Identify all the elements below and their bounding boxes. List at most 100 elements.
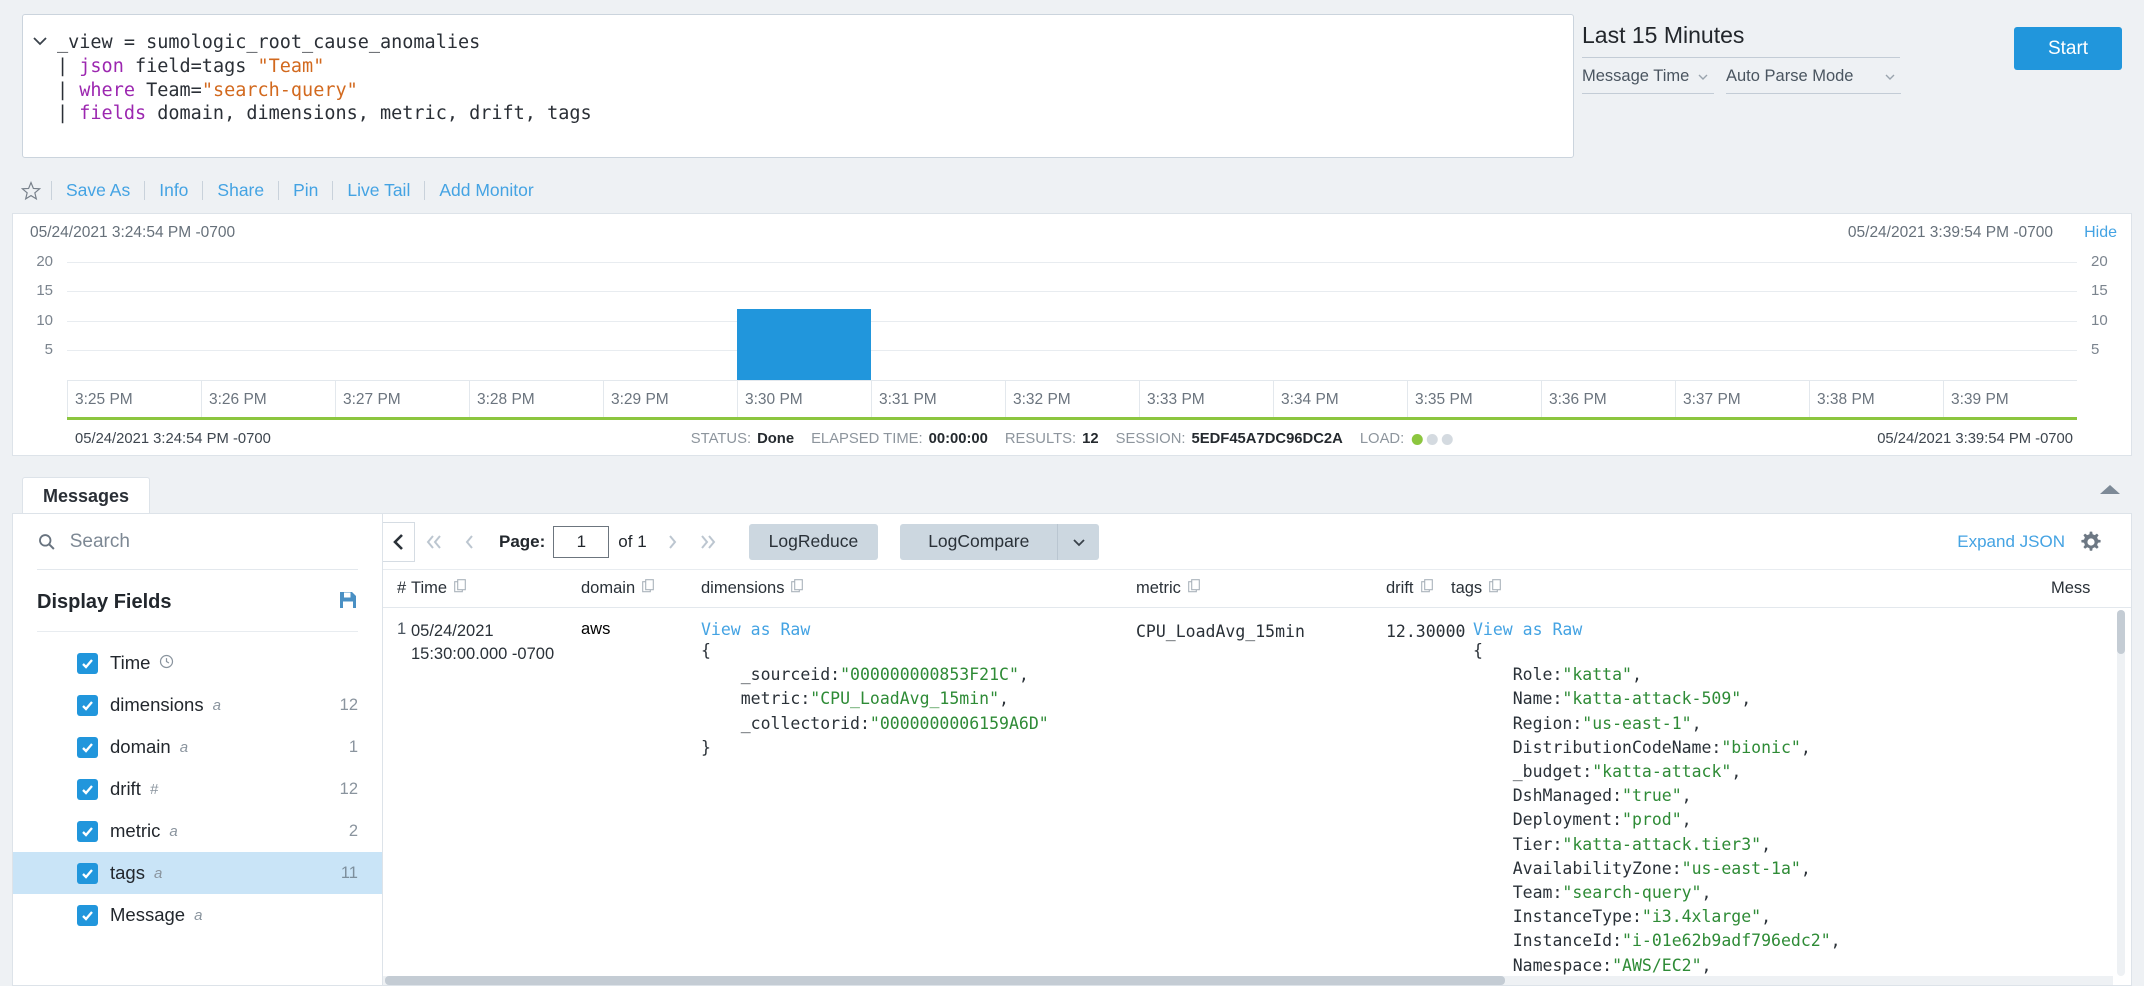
y-axis-tick: 15 <box>2091 282 2108 300</box>
action-info[interactable]: Info <box>146 180 201 201</box>
view-as-raw-link[interactable]: View as Raw <box>1473 620 2043 639</box>
query-collapse-chevron[interactable] <box>23 15 57 51</box>
json-content: { _sourceid:"000000000853F21C", metric:"… <box>701 639 1128 760</box>
field-count: 11 <box>340 863 358 882</box>
display-field-item[interactable]: Message a <box>13 894 382 936</box>
gridline <box>67 261 2077 263</box>
search-input[interactable] <box>69 530 358 553</box>
page-input[interactable] <box>553 525 610 558</box>
view-as-raw-link[interactable]: View as Raw <box>701 620 1128 639</box>
display-field-item[interactable]: domain a 1 <box>13 726 382 768</box>
action-pin[interactable]: Pin <box>280 180 331 201</box>
column-header-label: drift <box>1386 579 1414 597</box>
column-header[interactable]: # <box>383 579 411 598</box>
scroll-thumb[interactable] <box>2117 610 2125 654</box>
display-field-item[interactable]: tags a 11 <box>13 852 382 894</box>
column-header[interactable]: drift <box>1386 578 1451 599</box>
table-row[interactable]: 1 05/24/2021 15:30:00.000 -0700 aws View as … <box>383 608 2131 985</box>
column-header[interactable]: Time <box>411 578 581 599</box>
json-line: Team:"search-query", <box>1512 883 1712 903</box>
field-checkbox[interactable] <box>77 736 98 758</box>
field-type: a <box>169 822 178 840</box>
x-axis-tick-label: 3:37 PM <box>1683 391 1741 408</box>
x-axis-tick: 3:32 PM <box>1005 381 1139 419</box>
back-button[interactable] <box>383 521 415 562</box>
action-share[interactable]: Share <box>204 180 277 201</box>
histogram-bar[interactable] <box>736 309 871 380</box>
action-add-monitor[interactable]: Add Monitor <box>426 180 546 201</box>
copy-column-icon[interactable] <box>1188 578 1201 599</box>
field-checkbox[interactable] <box>77 820 98 842</box>
collapse-results-caret[interactable] <box>2098 482 2122 501</box>
x-axis-tick-label: 3:29 PM <box>611 391 669 408</box>
copy-icon <box>1420 578 1433 592</box>
parse-mode-select[interactable]: Auto Parse Mode <box>1726 67 1901 94</box>
field-checkbox[interactable] <box>77 862 98 884</box>
column-header[interactable]: metric <box>1136 578 1386 599</box>
gear-icon <box>2081 531 2101 551</box>
action-save-as[interactable]: Save As <box>53 180 143 201</box>
field-checkbox[interactable] <box>77 778 98 800</box>
x-axis-tick: 3:33 PM <box>1139 381 1273 419</box>
y-axis-tick: 20 <box>36 252 53 270</box>
divider <box>144 181 146 200</box>
column-header-label: # <box>397 579 407 597</box>
histogram-plot[interactable]: 20 20 15 15 10 10 5 5 <box>13 250 2131 380</box>
last-page-button[interactable] <box>689 533 727 551</box>
logcompare-button[interactable]: LogCompare <box>900 523 1058 560</box>
time-range-value[interactable]: Last 15 Minutes <box>1582 22 1900 58</box>
tab-messages[interactable]: Messages <box>22 477 151 513</box>
y-axis-tick: 10 <box>2091 311 2108 329</box>
save-fields-icon[interactable] <box>338 590 358 615</box>
display-field-item[interactable]: dimensions a 12 <box>13 684 382 726</box>
x-axis-tick: 3:28 PM <box>469 381 603 419</box>
copy-column-icon[interactable] <box>642 578 655 599</box>
action-live-tail[interactable]: Live Tail <box>334 180 423 201</box>
clock-icon <box>159 654 174 673</box>
settings-gear[interactable] <box>2079 530 2103 559</box>
copy-column-icon[interactable] <box>454 578 467 599</box>
field-count: 12 <box>339 695 358 714</box>
first-page-button[interactable] <box>415 533 453 551</box>
x-axis-tick-label: 3:36 PM <box>1549 391 1607 408</box>
expand-json-link[interactable]: Expand JSON <box>1957 532 2065 552</box>
column-header[interactable]: dimensions <box>701 578 1136 599</box>
favorite-star-icon[interactable] <box>20 180 50 202</box>
status-item-value: 5EDF45A7DC96DC2A <box>1191 431 1343 447</box>
scroll-thumb[interactable] <box>385 976 1505 985</box>
logreduce-button[interactable]: LogReduce <box>748 523 879 560</box>
y-axis-tick: 20 <box>2091 252 2108 270</box>
display-field-item[interactable]: drift #12 <box>13 768 382 810</box>
y-axis-tick: 5 <box>2091 341 2100 359</box>
column-header-label: dimensions <box>701 579 785 597</box>
hide-histogram-link[interactable]: Hide <box>2084 224 2117 242</box>
field-checkbox[interactable] <box>77 904 98 926</box>
field-search-row[interactable] <box>37 514 358 570</box>
x-axis-tick-label: 3:35 PM <box>1415 391 1473 408</box>
copy-column-icon[interactable] <box>1420 578 1434 599</box>
start-button[interactable]: Start <box>2014 27 2122 70</box>
results-horizontal-scrollbar[interactable] <box>383 976 2113 985</box>
next-page-button[interactable] <box>657 533 689 551</box>
field-checkbox[interactable] <box>77 694 98 716</box>
copy-column-icon[interactable] <box>1489 578 1502 599</box>
prev-page-button[interactable] <box>453 533 485 551</box>
logcompare-dropdown[interactable] <box>1057 523 1100 560</box>
query-line: | json field=tags "Team" <box>57 55 325 77</box>
query-editor[interactable]: _view = sumologic_root_cause_anomalies | … <box>22 14 1574 158</box>
display-field-item[interactable]: Time <box>13 642 382 684</box>
column-header-label: Time <box>411 579 448 597</box>
column-header[interactable]: Mess <box>2051 579 2131 598</box>
gridline <box>67 291 2077 293</box>
column-header[interactable]: tags <box>1451 578 2051 599</box>
field-checkbox[interactable] <box>77 652 98 674</box>
json-line: metric:"CPU_LoadAvg_15min", <box>740 689 1009 709</box>
display-fields-list: Time dimensions a 12 domain a 1 drift #12 metric a… <box>13 632 382 936</box>
x-axis-tick: 3:35 PM <box>1407 381 1541 419</box>
copy-column-icon[interactable] <box>791 578 804 599</box>
column-header[interactable]: domain <box>581 578 701 599</box>
query-text[interactable]: _view = sumologic_root_cause_anomalies | … <box>57 15 1573 126</box>
results-vertical-scrollbar[interactable] <box>2117 610 2125 976</box>
time-type-select[interactable]: Message Time <box>1582 67 1714 94</box>
display-field-item[interactable]: metric a 2 <box>13 810 382 852</box>
